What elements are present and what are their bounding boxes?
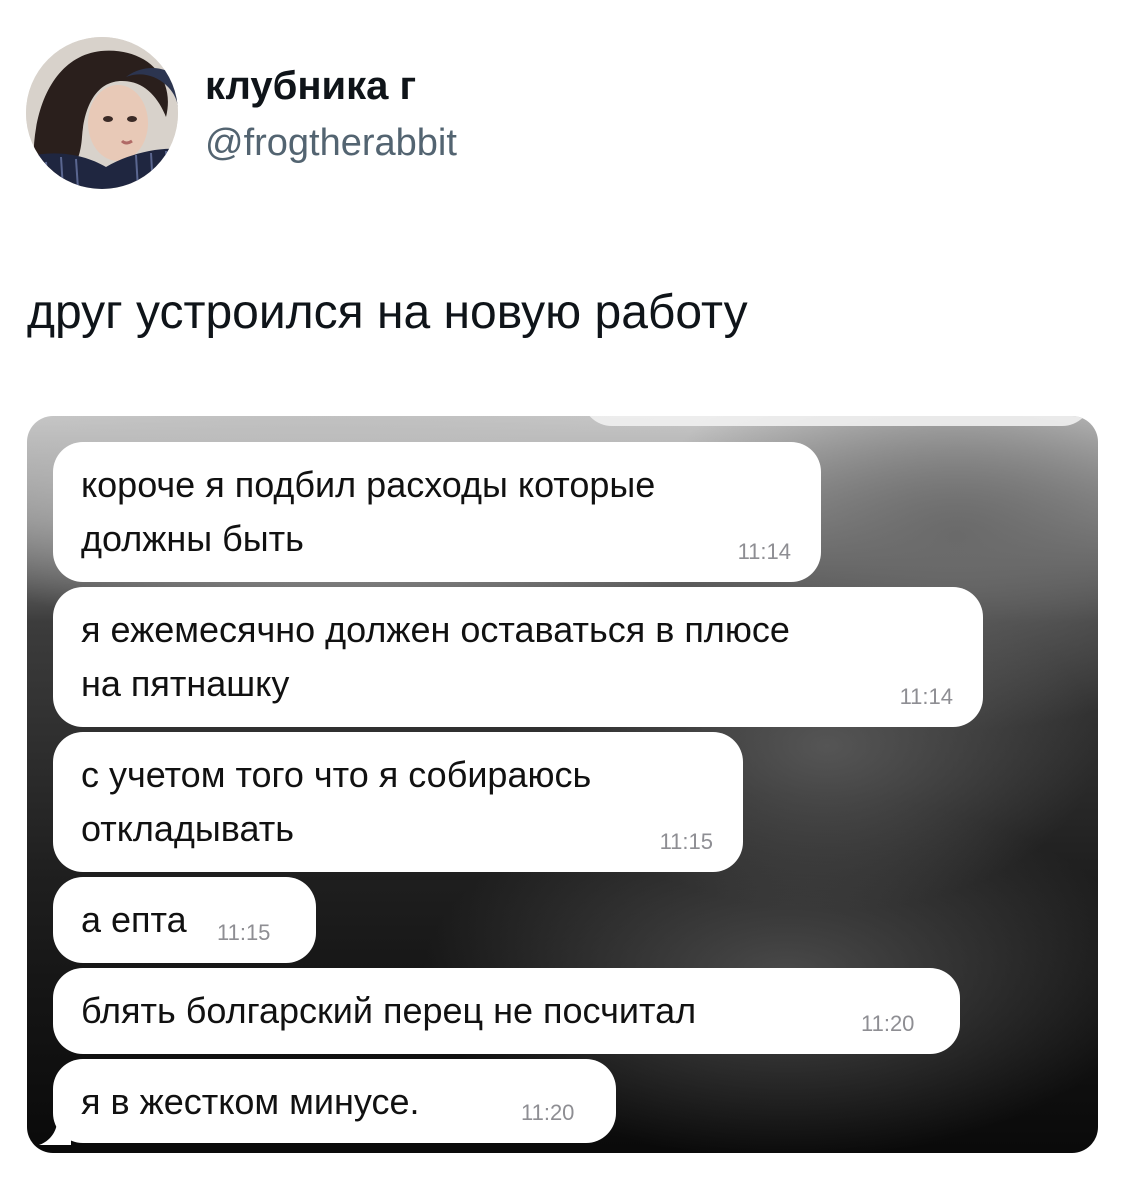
avatar[interactable]: [26, 37, 178, 189]
chat-message: короче я подбил расходы которые должны б…: [53, 442, 821, 582]
message-text: с учетом того что я собираюсь откладыват…: [81, 754, 592, 849]
message-time: 11:15: [217, 920, 271, 945]
attached-image[interactable]: короче я подбил расходы которые должны б…: [27, 416, 1098, 1153]
message-time: 11:20: [521, 1100, 575, 1125]
chat-message: я ежемесячно должен оставаться в плюсе н…: [53, 587, 983, 727]
bubble-tail-icon: [39, 1115, 71, 1145]
chat-message: блять болгарский перец не посчитал 11:20: [53, 968, 960, 1054]
avatar-photo: [26, 37, 178, 189]
message-text: блять болгарский перец не посчитал: [81, 990, 697, 1031]
message-text: короче я подбил расходы которые должны б…: [81, 464, 656, 559]
message-time: 11:14: [737, 539, 791, 564]
message-time: 11:20: [861, 1011, 915, 1036]
chat-message: а епта 11:15: [53, 877, 316, 963]
user-handle[interactable]: @frogtherabbit: [205, 120, 457, 166]
chat-message: с учетом того что я собираюсь откладыват…: [53, 732, 743, 872]
display-name[interactable]: клубника г: [205, 62, 416, 110]
message-text: я ежемесячно должен оставаться в плюсе н…: [81, 609, 790, 704]
message-time: 11:15: [659, 829, 713, 854]
cropped-message-bubble: [582, 416, 1092, 426]
message-text: я в жестком минусе.: [81, 1081, 420, 1122]
chat-message: я в жестком минусе. 11:20: [39, 1059, 616, 1145]
tweet-text: друг устроился на новую работу: [27, 286, 748, 339]
message-time: 11:14: [899, 684, 953, 709]
